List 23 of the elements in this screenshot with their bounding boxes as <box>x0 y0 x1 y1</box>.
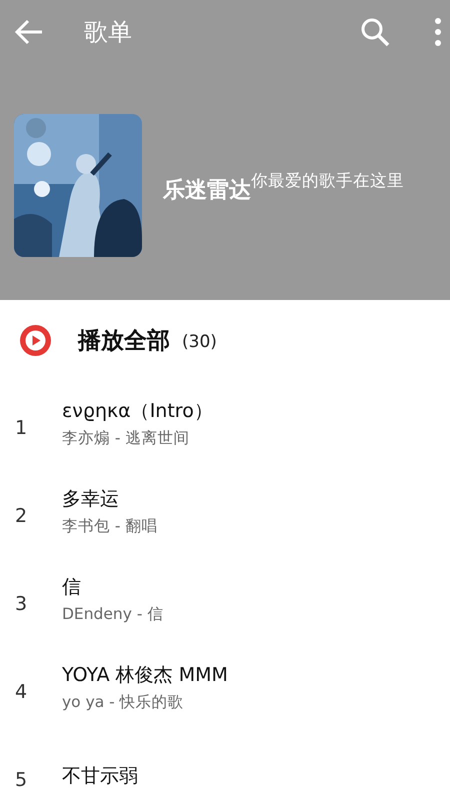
playlist-title: 乐迷雷达 <box>163 176 251 204</box>
song-title[interactable]: 信 <box>62 576 164 600</box>
track-number: 4 <box>14 680 28 704</box>
back-icon[interactable] <box>14 19 44 45</box>
track-number: 1 <box>14 416 28 440</box>
more-icon[interactable] <box>434 17 442 47</box>
search-icon[interactable] <box>360 17 390 47</box>
track-number: 5 <box>14 768 28 792</box>
song-title[interactable]: 多幸运 <box>62 488 158 512</box>
song-artist-album: 李书包 - 翻唱 <box>62 517 158 536</box>
play-all-button[interactable]: 播放全部 <box>78 324 170 356</box>
track-number: 3 <box>14 592 28 616</box>
play-icon[interactable] <box>20 324 51 356</box>
song-artist-album: yo ya - 快乐的歌 <box>62 693 185 712</box>
song-artist-album: 李亦煽 - 逃离世间 <box>62 429 190 448</box>
song-artist-album: DEndeny - 信 <box>62 605 164 624</box>
song-title[interactable]: ενϱηκα（Intro） <box>62 400 213 424</box>
page-title: 歌单 <box>84 17 133 48</box>
song-title[interactable]: 不甘示弱 <box>62 764 138 788</box>
song-count: (30) <box>182 332 217 352</box>
track-number: 2 <box>14 504 28 528</box>
playlist-subtitle: 你最爱的歌手在这里 <box>251 170 404 192</box>
song-title[interactable]: YOYA 林俊杰 MMM <box>62 664 228 688</box>
